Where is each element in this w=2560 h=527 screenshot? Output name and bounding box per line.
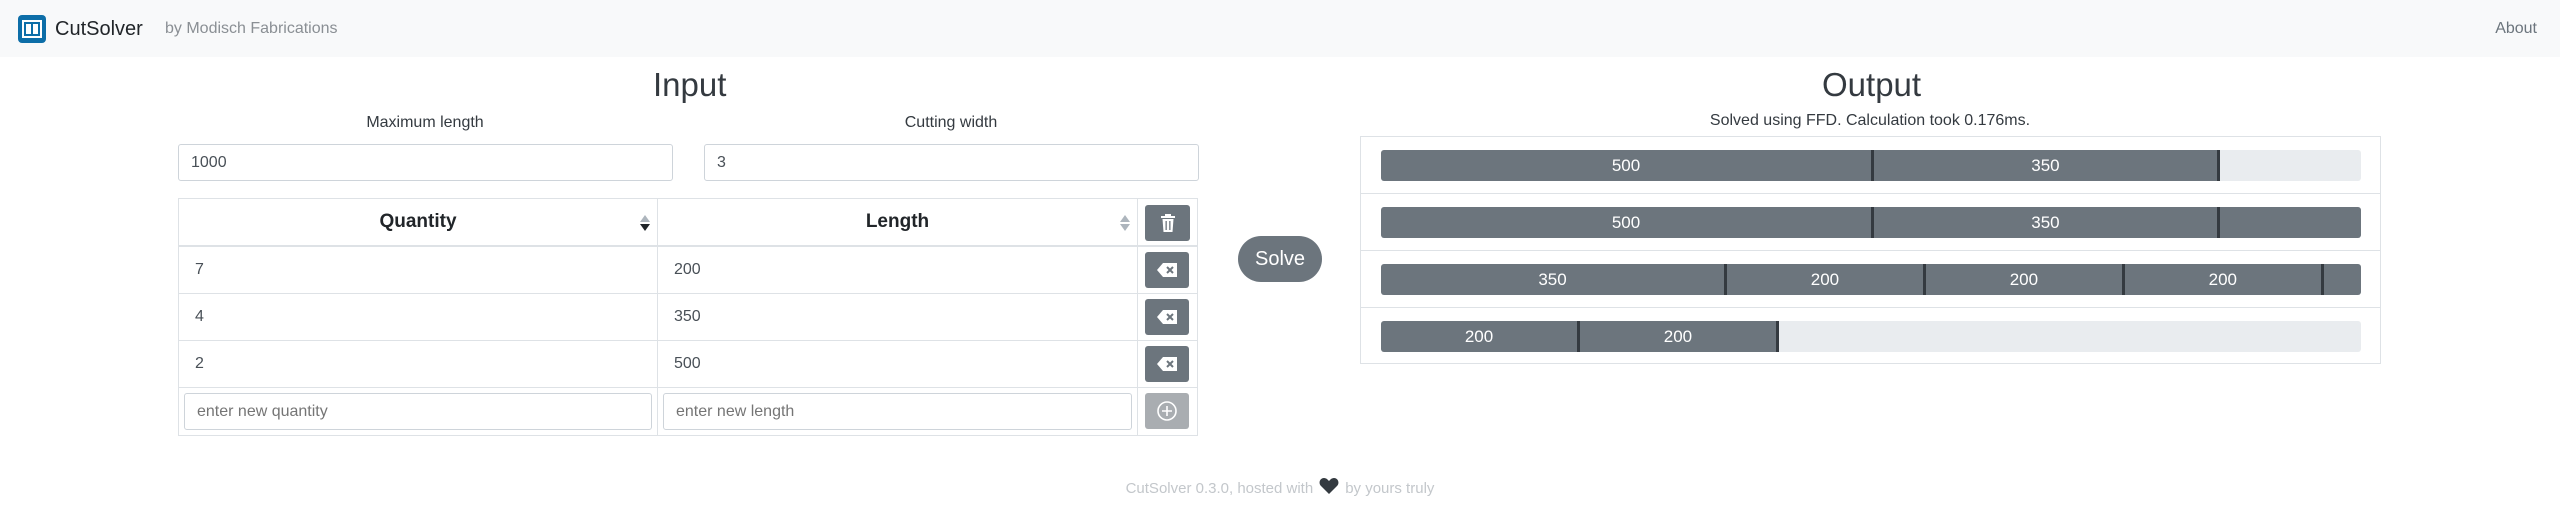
quantity-cell[interactable]: 4: [179, 294, 658, 341]
row-action-cell: [1138, 294, 1197, 341]
brand-link[interactable]: CutSolver: [18, 15, 143, 43]
cut-piece: 350: [1381, 264, 1724, 295]
quantity-header-label: Quantity: [379, 211, 457, 232]
trash-icon: [1160, 214, 1175, 232]
output-results: 500350500350350200350200200200200200200: [1360, 136, 2381, 364]
cutsolver-logo-icon: [18, 15, 46, 43]
cut-piece: 200: [1726, 264, 1923, 295]
add-row-cell: [1138, 388, 1197, 435]
length-header[interactable]: Length: [658, 199, 1138, 247]
cut-kerf: [1775, 321, 1779, 352]
cut-piece: 350: [1873, 150, 2217, 181]
max-length-input[interactable]: [178, 144, 673, 181]
about-link[interactable]: About: [2495, 20, 2537, 38]
stock-bar: 500350350200: [1381, 207, 2361, 238]
max-length-label: Maximum length: [366, 114, 484, 131]
cut-piece: 200: [2323, 264, 2361, 295]
cut-piece: 350: [1873, 207, 2217, 238]
delete-row-button[interactable]: [1145, 346, 1189, 382]
row-action-cell: [1138, 341, 1197, 388]
stock-bar: 500 350: [1381, 150, 2361, 181]
quantity-header[interactable]: Quantity: [179, 199, 658, 247]
plus-circle-icon: [1157, 401, 1177, 421]
cut-piece: 350: [2219, 207, 2361, 238]
requirements-table: Quantity Length 7 200 4 350 2 500 enter …: [178, 198, 1198, 436]
clear-header: [1138, 199, 1197, 247]
sort-desc-icon[interactable]: [639, 213, 651, 233]
cutting-width-label: Cutting width: [904, 114, 998, 131]
footer-credit: by yours truly: [1345, 480, 1435, 497]
stock-bar: 350200200200200: [1381, 264, 2361, 295]
length-cell[interactable]: 350: [658, 294, 1138, 341]
length-header-label: Length: [865, 211, 930, 232]
sort-icon[interactable]: [1119, 213, 1131, 233]
delete-row-button[interactable]: [1145, 252, 1189, 288]
new-length-cell: [658, 388, 1138, 435]
backspace-icon: [1157, 357, 1177, 371]
footer-text: CutSolver 0.3.0, hosted with: [1125, 480, 1314, 497]
input-title: Input: [653, 66, 727, 103]
clear-all-button[interactable]: [1145, 205, 1190, 241]
delete-row-button[interactable]: [1145, 299, 1189, 335]
heart-icon: [1319, 478, 1339, 499]
stock-bar-row: 200 200: [1361, 308, 2380, 365]
add-row-button[interactable]: [1145, 393, 1189, 429]
cutting-width-input[interactable]: [704, 144, 1199, 181]
length-cell[interactable]: 200: [658, 247, 1138, 294]
new-length-input[interactable]: [663, 393, 1132, 430]
cut-piece: 200: [1579, 321, 1776, 352]
stock-bar: 200 200: [1381, 321, 2361, 352]
stock-bar-row: 500350350200: [1361, 194, 2380, 251]
stock-bar-row: 350200200200200: [1361, 251, 2380, 308]
backspace-icon: [1157, 310, 1177, 324]
cut-kerf: [2216, 150, 2220, 181]
footer: CutSolver 0.3.0, hosted with by yours tr…: [0, 478, 2560, 499]
length-cell[interactable]: 500: [658, 341, 1138, 388]
cut-piece: 200: [1925, 264, 2122, 295]
stock-bar-row: 500 350: [1361, 137, 2380, 194]
quantity-cell[interactable]: 7: [179, 247, 658, 294]
backspace-icon: [1157, 263, 1177, 277]
output-title: Output: [1822, 66, 1922, 103]
output-status: Solved using FFD. Calculation took 0.176…: [1709, 112, 2031, 129]
brand-subtitle: by Modisch Fabrications: [165, 20, 338, 37]
cut-piece: 500: [1381, 150, 1871, 181]
cut-piece: 200: [2124, 264, 2321, 295]
navbar: CutSolver by Modisch Fabrications About: [0, 0, 2560, 57]
solve-button[interactable]: Solve: [1238, 236, 1322, 282]
brand-name: CutSolver: [55, 17, 143, 40]
new-quantity-input[interactable]: [184, 393, 652, 430]
row-action-cell: [1138, 247, 1197, 294]
cut-piece: 200: [1381, 321, 1577, 352]
quantity-cell[interactable]: 2: [179, 341, 658, 388]
cut-piece: 500: [1381, 207, 1871, 238]
new-quantity-cell: [179, 388, 658, 435]
